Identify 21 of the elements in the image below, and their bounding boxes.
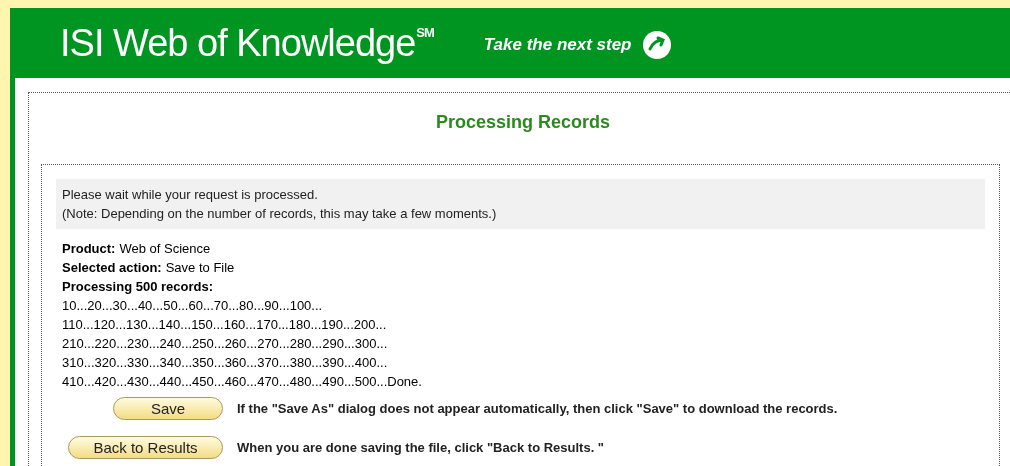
action-button[interactable]: Save <box>113 397 223 420</box>
notice-text: Please wait while your request is processed. <box>62 186 319 204</box>
detail-label: Selected action: <box>62 259 162 277</box>
detail-label: Processing 500 records: <box>62 278 214 296</box>
page-title: Processing Records <box>434 111 612 134</box>
progress-line: 10...20...30...40...50...60...70...80...90...100... <box>62 297 324 315</box>
tagline: Take the next step <box>483 34 632 57</box>
logo-mark: SM <box>416 26 434 39</box>
progress-line: 310...320...330...340...350...360...370...380...390...400... <box>62 354 389 372</box>
progress-line: 110...120...130...140...150...160...170...180...190...200... <box>62 316 388 334</box>
action-hint: If the "Save As" dialog does not appear automatically, then click "Save" to download the records. <box>237 399 838 418</box>
detail-value: Web of Science <box>119 240 211 258</box>
arrow-circle-icon <box>641 30 672 60</box>
progress-line: 210...220...230...240...250...260...270...280...290...300... <box>62 335 389 353</box>
action-hint: When you are done saving the file, click "Back to Results. " <box>237 438 605 457</box>
detail-label: Product: <box>62 240 116 258</box>
action-button[interactable]: Back to Results <box>68 436 223 459</box>
progress-line: 410...420...430...440...450...460...470...480...490...500...Done. <box>62 373 423 391</box>
detail-value: Save to File <box>165 259 235 277</box>
site-logo: ISI Web of Knowledge <box>60 24 416 62</box>
notice-text: (Note: Depending on the number of records, this may take a few moments.) <box>62 205 498 223</box>
